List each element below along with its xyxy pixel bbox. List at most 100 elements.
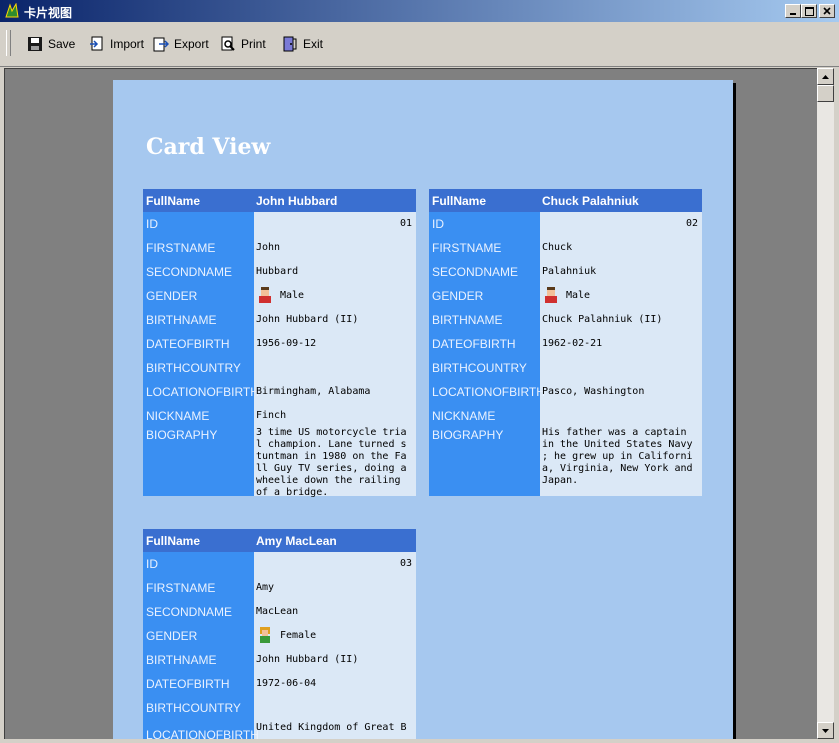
report-page: Card View FullName John Hubbard ID 01 FIR… <box>113 80 733 740</box>
fullname-value: Amy MacLean <box>256 534 337 548</box>
firstname-label: FIRSTNAME <box>146 581 216 595</box>
biography-value: His father was a captain in the United S… <box>542 427 693 486</box>
nickname-label: NICKNAME <box>146 409 210 423</box>
toolbar-grip[interactable] <box>6 30 11 56</box>
secondname-value: Hubbard <box>256 266 299 277</box>
field-row: NICKNAME Finch <box>143 404 416 426</box>
gender-cell: Female <box>256 626 316 644</box>
card-body: ID 03 FIRSTNAME Amy SECONDNAME MacLean GEND… <box>143 552 416 740</box>
id-label: ID <box>146 557 158 571</box>
maximize-button[interactable] <box>801 4 817 18</box>
field-row: FIRSTNAME John <box>143 236 416 260</box>
export-icon <box>153 37 169 52</box>
bottom-frame <box>0 739 839 743</box>
import-icon <box>90 36 103 51</box>
field-row: BIRTHCOUNTRY <box>429 356 702 380</box>
scroll-thumb[interactable] <box>817 85 834 102</box>
toolbar: Save Import Export Print Exit <box>0 22 839 67</box>
card-header: FullName John Hubbard <box>143 189 416 212</box>
id-value: 02 <box>685 218 698 229</box>
fullname-label: FullName <box>146 534 201 548</box>
dateofbirth-label: DATEOFBIRTH <box>146 337 230 351</box>
field-row: LOCATIONOFBIRTH Birmingham, Alabama <box>143 380 416 404</box>
secondname-label: SECONDNAME <box>146 265 233 279</box>
card-body: ID 02 FIRSTNAME Chuck SECONDNAME Palahniuk … <box>429 212 702 496</box>
field-row: ID 03 <box>143 552 416 576</box>
close-button[interactable] <box>819 4 835 18</box>
field-row: BIOGRAPHY His father was a captain in the… <box>429 426 702 496</box>
save-icon <box>28 37 42 51</box>
field-row: BIOGRAPHY 3 time US motorcycle tria l cha… <box>143 426 416 498</box>
fullname-value: Chuck Palahniuk <box>542 194 639 208</box>
exit-button[interactable]: Exit <box>282 34 323 54</box>
dateofbirth-value: 1972-06-04 <box>256 678 317 689</box>
import-button[interactable]: Import <box>89 34 144 54</box>
locationofbirth-label: LOCATIONOFBIRTH <box>146 385 259 399</box>
birthname-value: Chuck Palahniuk (II) <box>542 314 663 325</box>
firstname-label: FIRSTNAME <box>146 241 216 255</box>
female-avatar-icon <box>260 627 270 643</box>
field-row: NICKNAME <box>429 404 702 426</box>
dateofbirth-label: DATEOFBIRTH <box>146 677 230 691</box>
arrow-up-icon <box>822 74 829 79</box>
field-row: GENDER Female <box>143 624 416 648</box>
field-row: FIRSTNAME Amy <box>143 576 416 600</box>
birthname-value: John Hubbard (II) <box>256 314 359 325</box>
field-row: ID 01 <box>143 212 416 236</box>
birthname-label: BIRTHNAME <box>146 313 217 327</box>
title-bar: 卡片视图 <box>0 0 839 22</box>
id-label: ID <box>432 217 444 231</box>
field-row: LOCATIONOFBIRTH Pasco, Washington <box>429 380 702 404</box>
save-label: Save <box>48 37 76 51</box>
field-row: GENDER Male <box>429 284 702 308</box>
gender-value: Male <box>280 290 305 301</box>
field-row: BIRTHNAME Chuck Palahniuk (II) <box>429 308 702 332</box>
field-row: DATEOFBIRTH 1962-02-21 <box>429 332 702 356</box>
person-card: FullName John Hubbard ID 01 FIRSTNAME John… <box>143 189 416 498</box>
male-avatar-icon <box>259 287 271 303</box>
locationofbirth-label: LOCATIONOFBIRTH <box>432 385 545 399</box>
birthname-value: John Hubbard (II) <box>256 654 359 665</box>
field-row: SECONDNAME Hubbard <box>143 260 416 284</box>
field-row: BIRTHCOUNTRY <box>143 696 416 720</box>
gender-value: Female <box>280 630 317 641</box>
firstname-value: Amy <box>256 582 275 593</box>
dateofbirth-value: 1962-02-21 <box>542 338 603 349</box>
birthcountry-label: BIRTHCOUNTRY <box>146 361 241 375</box>
firstname-value: John <box>256 242 281 253</box>
card-header: FullName Amy MacLean <box>143 529 416 552</box>
export-label: Export <box>174 37 209 51</box>
minimize-icon <box>790 13 796 15</box>
birthcountry-label: BIRTHCOUNTRY <box>146 701 241 715</box>
secondname-label: SECONDNAME <box>432 265 519 279</box>
window-title: 卡片视图 <box>24 6 73 20</box>
locationofbirth-value: Pasco, Washington <box>542 386 645 397</box>
minimize-button[interactable] <box>785 4 801 18</box>
field-row: BIRTHNAME John Hubbard (II) <box>143 648 416 672</box>
id-label: ID <box>146 217 158 231</box>
field-row: DATEOFBIRTH 1972-06-04 <box>143 672 416 696</box>
import-label: Import <box>110 37 145 51</box>
fullname-label: FullName <box>432 194 487 208</box>
vertical-scrollbar[interactable] <box>817 68 834 739</box>
gender-cell: Male <box>256 286 304 304</box>
print-button[interactable]: Print <box>220 34 266 54</box>
gender-cell: Male <box>542 286 590 304</box>
save-button[interactable]: Save <box>27 34 75 54</box>
app-icon <box>5 3 19 18</box>
nickname-label: NICKNAME <box>432 409 496 423</box>
arrow-down-icon <box>822 728 829 733</box>
scroll-down-button[interactable] <box>817 722 834 739</box>
report-viewport: Card View FullName John Hubbard ID 01 FIR… <box>4 68 818 740</box>
card-body: ID 01 FIRSTNAME John SECONDNAME Hubbard GEN… <box>143 212 416 498</box>
field-row: BIRTHNAME John Hubbard (II) <box>143 308 416 332</box>
birthcountry-label: BIRTHCOUNTRY <box>432 361 527 375</box>
field-row: SECONDNAME MacLean <box>143 600 416 624</box>
field-row: FIRSTNAME Chuck <box>429 236 702 260</box>
close-icon <box>823 7 831 15</box>
firstname-value: Chuck <box>542 242 573 253</box>
birthname-label: BIRTHNAME <box>146 653 217 667</box>
biography-label: BIOGRAPHY <box>432 428 504 442</box>
export-button[interactable]: Export <box>153 34 209 54</box>
scroll-up-button[interactable] <box>817 68 834 85</box>
